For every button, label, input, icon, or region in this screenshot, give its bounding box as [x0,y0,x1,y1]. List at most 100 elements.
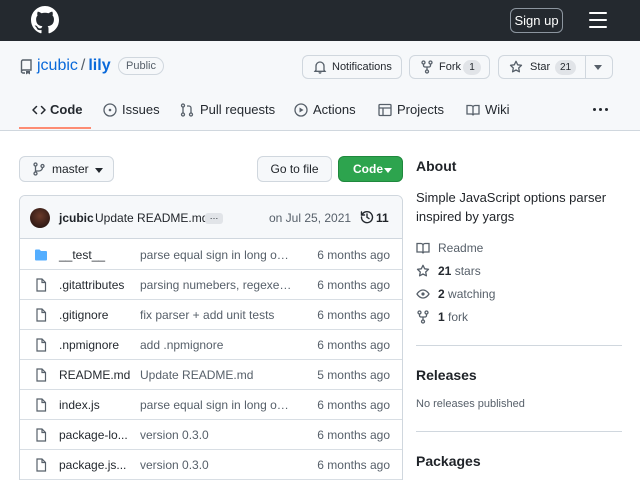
branch-name: master [52,162,89,176]
branch-selector[interactable]: master [19,156,114,182]
file-age: 5 months ago [317,368,390,382]
file-row-gitattributes[interactable]: .gitattributes parsing numebers, regexes… [20,270,402,300]
visibility-badge: Public [118,57,164,75]
repo-name-link[interactable]: lily [88,57,110,74]
file-name[interactable]: index.js [59,398,100,412]
chevron-down-icon[interactable] [594,65,602,70]
star-count: 21 [555,60,577,75]
file-age: 6 months ago [317,338,390,352]
file-age: 6 months ago [317,458,390,472]
notifications-label: Notifications [332,61,392,73]
issue-icon [103,103,117,117]
file-row-package-lock[interactable]: package-lo... version 0.3.0 6 months ago [20,420,402,450]
file-row-index-js[interactable]: index.js parse equal sign in long opti..… [20,390,402,420]
sidebar-divider [416,431,622,432]
pull-request-icon [180,103,194,117]
forks-label: fork [448,310,469,324]
table-icon [378,103,392,117]
notifications-button[interactable]: Notifications [302,55,402,79]
file-name[interactable]: package-lo... [59,428,128,442]
code-icon [32,105,46,115]
file-age: 6 months ago [317,248,390,262]
readme-label: Readme [438,241,484,255]
eye-icon [416,289,430,299]
star-dropdown-divider [585,56,586,78]
fork-icon [421,60,433,74]
file-commit-message[interactable]: parse equal sign in long opti... [140,248,295,262]
file-name[interactable]: .gitattributes [59,278,124,292]
file-name[interactable]: .npmignore [59,338,119,352]
watching-label: watching [448,287,496,301]
folder-icon [35,249,47,261]
go-to-file-button[interactable]: Go to file [257,156,332,182]
no-releases-text: No releases published [416,398,525,410]
forks-text: 1 fork [438,310,468,324]
sidebar-divider [416,345,622,346]
commit-message[interactable]: Update README.md [95,211,208,225]
tab-wiki-label: Wiki [485,102,510,117]
star-button[interactable]: Star 21 [498,55,613,79]
fork-icon [417,310,429,324]
file-commit-message[interactable]: add .npmignore [140,338,295,352]
file-age: 6 months ago [317,278,390,292]
fork-button[interactable]: Fork 1 [409,55,490,79]
file-commit-message[interactable]: parse equal sign in long opti... [140,398,295,412]
file-icon [36,398,47,412]
tab-pull-requests-label: Pull requests [200,102,276,117]
expand-commit-button[interactable]: … [205,212,223,224]
releases-heading[interactable]: Releases [416,367,477,383]
code-dropdown-button[interactable]: Code [338,156,403,182]
file-icon [36,368,47,382]
bell-icon [313,61,327,74]
file-commit-message[interactable]: Update README.md [140,368,295,382]
file-age: 6 months ago [317,308,390,322]
sign-up-button[interactable]: Sign up [510,8,563,33]
file-name[interactable]: package.js... [59,458,126,472]
file-name[interactable]: README.md [59,368,130,382]
repo-description: Simple JavaScript options parser inspire… [416,190,607,224]
file-icon [36,428,47,442]
hamburger-menu-icon[interactable] [589,12,607,28]
tab-issues-label: Issues [122,102,160,117]
stars-text: 21 stars [438,264,481,278]
file-icon [36,458,47,472]
repo-separator: / [80,57,86,74]
book-icon [416,242,430,254]
file-icon [36,308,47,322]
file-row-readme[interactable]: README.md Update README.md 5 months ago [20,360,402,390]
star-label: Star [530,61,551,73]
file-commit-message[interactable]: parsing numebers, regexes ... [140,278,295,292]
file-icon [36,338,47,352]
book-icon [466,104,480,116]
chevron-down-icon [384,168,392,173]
about-heading: About [416,158,457,174]
history-icon[interactable] [360,210,374,224]
file-commit-message[interactable]: version 0.3.0 [140,458,295,472]
commit-count[interactable]: 11 [376,211,389,225]
file-row-npmignore[interactable]: .npmignore add .npmignore 6 months ago [20,330,402,360]
file-commit-message[interactable]: fix parser + add unit tests [140,308,295,322]
more-options-icon[interactable] [593,108,609,112]
tab-projects-label: Projects [397,102,444,117]
file-name[interactable]: .gitignore [59,308,108,322]
fork-label: Fork [439,61,461,73]
stars-label: stars [454,264,481,278]
avatar[interactable] [30,208,50,228]
play-icon [294,103,308,117]
git-branch-icon [33,162,45,176]
repo-icon [20,59,32,75]
tab-actions-label: Actions [313,102,356,117]
github-logo-icon[interactable] [31,6,59,34]
commit-author[interactable]: jcubic [59,211,94,225]
file-name[interactable]: __test__ [59,248,105,262]
repo-owner-link[interactable]: jcubic [37,57,78,74]
file-commit-message[interactable]: version 0.3.0 [140,428,295,442]
latest-commit-bar: jcubic Update README.md … on Jul 25, 202… [20,196,402,239]
commit-date: on Jul 25, 2021 [269,211,352,225]
packages-heading[interactable]: Packages [416,453,481,469]
file-icon [36,278,47,292]
repo-tabs: Code Issues Pull requests Actions Projec… [0,95,640,131]
file-row-test[interactable]: __test__ parse equal sign in long opti..… [20,240,402,270]
file-row-gitignore[interactable]: .gitignore fix parser + add unit tests 6… [20,300,402,330]
file-row-package-json[interactable]: package.js... version 0.3.0 6 months ago [20,450,402,480]
